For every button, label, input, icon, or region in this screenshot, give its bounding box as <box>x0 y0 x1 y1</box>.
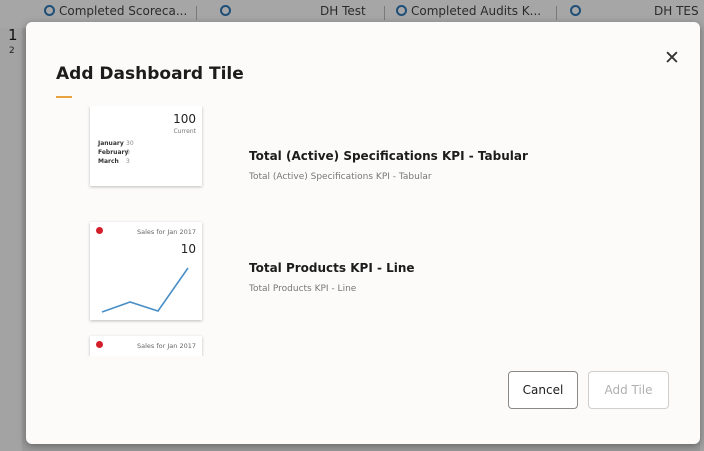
circle-icon <box>220 5 231 16</box>
background-right-panel <box>700 28 704 451</box>
background-tab: DH TES <box>654 4 699 18</box>
background-tab: DH Test <box>320 4 366 18</box>
thumbnail-caption: Sales for Jan 2017 <box>137 342 196 350</box>
tab-separator <box>556 6 557 20</box>
tile-description: Total (Active) Specifications KPI - Tabu… <box>249 172 432 182</box>
background-tab <box>570 4 585 22</box>
status-dot-icon <box>96 341 103 348</box>
background-tab: Completed Scoreca... <box>44 4 187 22</box>
tab-separator <box>196 6 197 20</box>
cancel-button[interactable]: Cancel <box>508 371 578 409</box>
tile-list[interactable]: 100 Current January 30 February0 March 3 T… <box>86 106 686 356</box>
background-small-number: 2 <box>9 46 15 56</box>
circle-icon <box>570 5 581 16</box>
thumbnail-row: March 3 <box>98 158 130 165</box>
thumbnail-big-value: 100 <box>173 112 196 126</box>
thumbnail-row: February0 <box>98 149 130 156</box>
tile-thumbnail-line[interactable]: Sales for Jan 2017 10 <box>90 336 202 356</box>
tile-name[interactable]: Total Products KPI - Line <box>249 261 415 275</box>
tile-thumbnail-tabular[interactable]: 100 Current January 30 February0 March 3 <box>90 106 202 186</box>
add-tile-button[interactable]: Add Tile <box>588 371 669 409</box>
background-tab <box>220 4 235 22</box>
thumbnail-caption: Current <box>173 128 196 135</box>
close-icon[interactable]: ✕ <box>662 48 682 68</box>
background-tab: Completed Audits K... <box>396 4 541 22</box>
tab-separator <box>384 6 385 20</box>
background-number: 1 <box>8 26 18 44</box>
title-accent-bar <box>56 96 72 98</box>
tile-thumbnail-line[interactable]: Sales for Jan 2017 10 <box>90 222 202 320</box>
circle-icon <box>396 5 407 16</box>
line-sparkline-icon <box>101 267 189 313</box>
tile-name[interactable]: Total (Active) Specifications KPI - Tabu… <box>249 149 528 163</box>
add-dashboard-tile-dialog: Add Dashboard Tile ✕ 100 Current January… <box>26 22 700 444</box>
tile-description: Total Products KPI - Line <box>249 284 357 294</box>
circle-icon <box>44 5 55 16</box>
background-left-panel <box>0 28 22 451</box>
dialog-title: Add Dashboard Tile <box>56 64 244 84</box>
thumbnail-row: January 30 <box>98 140 134 147</box>
